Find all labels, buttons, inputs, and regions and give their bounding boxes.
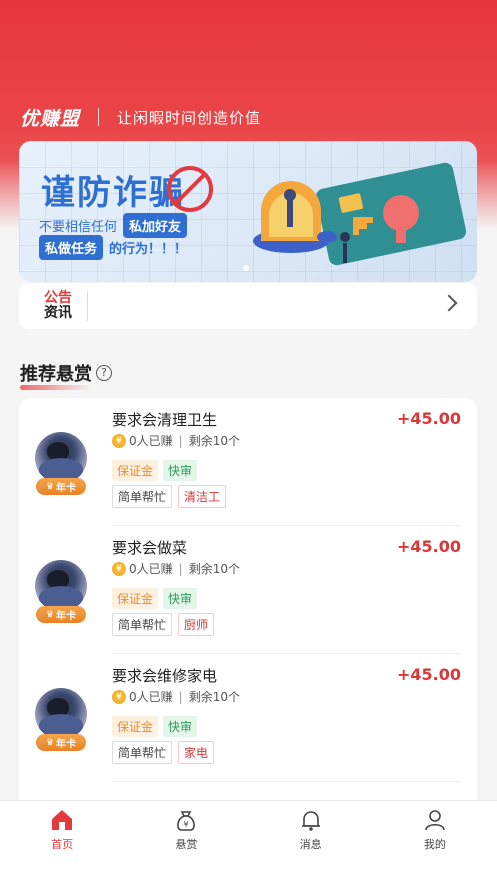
coin-icon: ¥ xyxy=(112,689,126,704)
banner-title: 谨防诈骗 xyxy=(41,173,185,213)
prohibited-icon xyxy=(167,166,213,212)
crown-icon: ♛ xyxy=(45,481,55,492)
tab-reward[interactable]: ¥ 悬赏 xyxy=(124,801,248,883)
annual-card-badge: ♛ 年卡 xyxy=(36,606,86,623)
section-title: 推荐悬赏 xyxy=(20,360,92,390)
item-tags-primary: 保证金 快审 xyxy=(112,716,198,737)
tag-category: 清洁工 xyxy=(178,485,227,508)
tag-deposit: 保证金 xyxy=(112,588,159,609)
item-price: +45.00 xyxy=(396,409,461,428)
item-earned: 0人已赚 xyxy=(129,434,173,448)
crown-icon: ♛ xyxy=(45,609,55,620)
crown-icon: ♛ xyxy=(45,737,55,748)
item-remaining: 剩余10个 xyxy=(188,562,240,576)
item-earned: 0人已赚 xyxy=(129,690,173,704)
section-header: 推荐悬赏 ? xyxy=(20,360,112,390)
bottom-tab-bar: 首页 ¥ 悬赏 消息 我的 xyxy=(0,800,497,883)
brand-divider xyxy=(98,108,100,126)
tab-mine[interactable]: 我的 xyxy=(373,801,497,883)
item-tags-secondary: 简单帮忙 清洁工 xyxy=(112,485,227,508)
item-tags-primary: 保证金 快审 xyxy=(112,460,198,481)
banner-line-2: 私做任务 的行为！！！ xyxy=(39,235,187,260)
item-remaining: 剩余10个 xyxy=(188,690,240,704)
list-item[interactable]: ♛ 年卡 要求会做菜 +45.00 ¥ 0人已赚 | 剩余10个 保证金 快审 简… xyxy=(19,526,477,654)
user-icon xyxy=(425,810,445,831)
annual-card-badge: ♛ 年卡 xyxy=(36,734,86,751)
item-meta: ¥ 0人已赚 | 剩余10个 xyxy=(112,432,240,449)
tab-home-label: 首页 xyxy=(51,838,74,851)
tag-simple-help: 简单帮忙 xyxy=(112,741,173,764)
tag-category: 家电 xyxy=(178,741,215,764)
item-tags-primary: 保证金 快审 xyxy=(112,588,198,609)
coin-icon: ¥ xyxy=(112,561,126,576)
banner-illustration xyxy=(253,162,467,266)
anti-fraud-banner[interactable]: 谨防诈骗 不要相信任何 私加好友 私做任务 的行为！！！ xyxy=(19,141,477,282)
tag-simple-help: 简单帮忙 xyxy=(112,613,173,636)
tab-reward-label: 悬赏 xyxy=(175,838,198,851)
banner-line2-suffix: 的行为！！！ xyxy=(109,242,188,257)
notice-logo: 公告 资讯 xyxy=(44,290,72,321)
avatar xyxy=(35,432,87,484)
item-tags-secondary: 简单帮忙 厨师 xyxy=(112,613,215,636)
item-title: 要求会维修家电 xyxy=(112,667,218,685)
item-title: 要求会清理卫生 xyxy=(112,411,218,429)
reward-list: ♛ 年卡 要求会清理卫生 +45.00 ¥ 0人已赚 | 剩余10个 保证金 快审… xyxy=(19,398,477,818)
item-meta: ¥ 0人已赚 | 剩余10个 xyxy=(112,688,240,705)
bell-icon xyxy=(301,811,320,831)
list-item[interactable]: ♛ 年卡 要求会清理卫生 +45.00 ¥ 0人已赚 | 剩余10个 保证金 快审… xyxy=(19,398,477,526)
annual-card-badge: ♛ 年卡 xyxy=(36,478,86,495)
tab-mine-label: 我的 xyxy=(423,838,446,851)
coin-icon: ¥ xyxy=(112,433,126,448)
banner-line1-prefix: 不要相信任何 xyxy=(39,220,118,235)
item-title: 要求会做菜 xyxy=(112,539,188,557)
tag-simple-help: 简单帮忙 xyxy=(112,485,173,508)
item-tags-secondary: 简单帮忙 家电 xyxy=(112,741,215,764)
brand-slogan: 让闲暇时间创造价值 xyxy=(117,108,262,127)
avatar xyxy=(35,688,87,740)
money-bag-icon: ¥ xyxy=(177,811,196,831)
brand-bar: 优赚盟 让闲暇时间创造价值 xyxy=(20,104,261,130)
item-price: +45.00 xyxy=(396,537,461,556)
tab-home[interactable]: 首页 xyxy=(0,801,124,883)
home-icon xyxy=(52,810,73,830)
tag-fast-review: 快审 xyxy=(163,460,198,481)
item-earned: 0人已赚 xyxy=(129,562,173,576)
item-meta: ¥ 0人已赚 | 剩余10个 xyxy=(112,560,240,577)
tag-deposit: 保证金 xyxy=(112,460,159,481)
tab-message[interactable]: 消息 xyxy=(249,801,373,883)
item-remaining: 剩余10个 xyxy=(188,434,240,448)
notice-bar[interactable]: 公告 资讯 xyxy=(19,283,477,329)
banner-pagination xyxy=(243,265,249,271)
item-price: +45.00 xyxy=(396,665,461,684)
list-item[interactable]: ♛ 年卡 要求会维修家电 +45.00 ¥ 0人已赚 | 剩余10个 保证金 快审… xyxy=(19,654,477,782)
tag-deposit: 保证金 xyxy=(112,716,159,737)
tag-category: 厨师 xyxy=(178,613,215,636)
brand-logo: 优赚盟 xyxy=(20,107,81,130)
avatar xyxy=(35,560,87,612)
svg-text:¥: ¥ xyxy=(184,820,189,829)
tab-message-label: 消息 xyxy=(299,838,322,851)
notice-divider xyxy=(87,291,88,321)
tag-fast-review: 快审 xyxy=(163,588,198,609)
help-icon[interactable]: ? xyxy=(96,365,112,381)
chevron-right-icon[interactable] xyxy=(440,294,458,312)
banner-pill-private-task: 私做任务 xyxy=(39,235,104,260)
tag-fast-review: 快审 xyxy=(163,716,198,737)
